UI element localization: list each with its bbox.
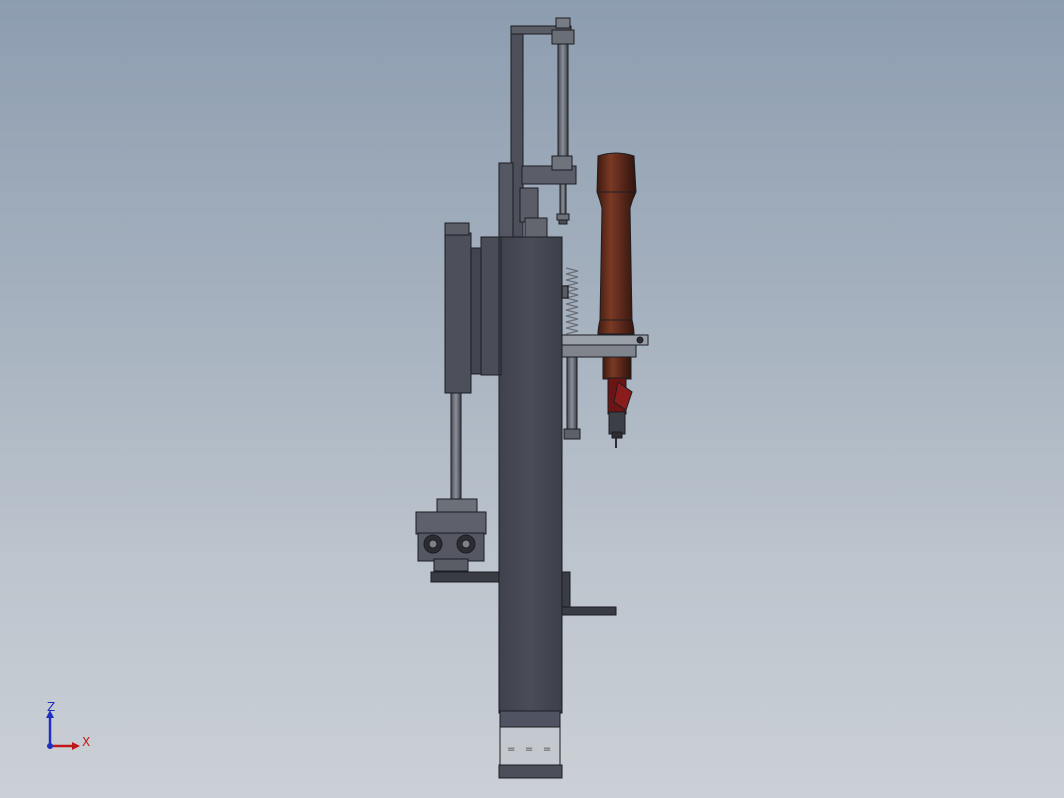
x-axis-label: X [82, 735, 90, 749]
cylinder-bracket[interactable] [561, 334, 649, 358]
side-mount-plate[interactable] [444, 222, 482, 394]
base-mark: = = = [507, 744, 551, 755]
z-axis-label: Z [47, 700, 55, 714]
lower-right-bracket[interactable] [561, 571, 617, 616]
x-axis-arrow [72, 742, 80, 750]
dispensing-nozzle[interactable] [607, 377, 633, 448]
short-guide-rod[interactable] [563, 356, 581, 440]
triad-origin [47, 743, 53, 749]
cad-model[interactable]: = = = [415, 17, 649, 779]
upper-guide-rod[interactable] [556, 43, 570, 225]
roller-clamp[interactable] [415, 498, 487, 572]
lower-left-bracket[interactable] [430, 571, 500, 583]
main-column[interactable]: = = = [480, 236, 563, 779]
triad-quadrant [50, 724, 72, 746]
left-guide-rod[interactable] [450, 392, 462, 502]
coordinate-triad: Z X [46, 700, 90, 750]
cad-viewport[interactable]: = = = [0, 0, 1064, 798]
spring[interactable] [561, 267, 579, 335]
